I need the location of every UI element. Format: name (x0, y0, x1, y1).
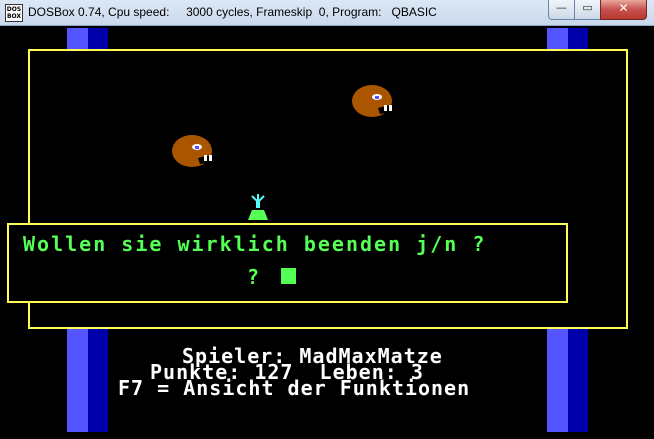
quit-dialog[interactable]: Wollen sie wirklich beenden j/n ? ? (7, 223, 568, 303)
window-title: DOSBox 0.74, Cpu speed: 3000 cycles, Fra… (28, 5, 437, 19)
green-cannon-icon (248, 194, 268, 220)
close-icon: ✕ (618, 1, 629, 15)
maximize-button[interactable]: ▭ (574, 0, 601, 20)
dosbox-app-icon[interactable]: DOS BOX (5, 4, 23, 22)
window-titlebar[interactable]: DOS BOX DOSBox 0.74, Cpu speed: 3000 cyc… (0, 0, 654, 26)
brown-chomper-icon (352, 85, 394, 117)
text-cursor[interactable] (281, 268, 296, 284)
input-prompt: ? (247, 265, 262, 289)
close-button[interactable]: ✕ (600, 0, 647, 20)
maximize-icon: ▭ (582, 1, 593, 14)
quit-question: Wollen sie wirklich beenden j/n ? (23, 232, 487, 256)
game-screen[interactable]: Wollen sie wirklich beenden j/n ? ? Spie… (0, 26, 654, 439)
brown-chomper-icon (172, 135, 214, 167)
minimize-icon: — (556, 1, 567, 14)
minimize-button[interactable]: — (548, 0, 575, 20)
help-hint-line: F7 = Ansicht der Funktionen (118, 376, 471, 400)
